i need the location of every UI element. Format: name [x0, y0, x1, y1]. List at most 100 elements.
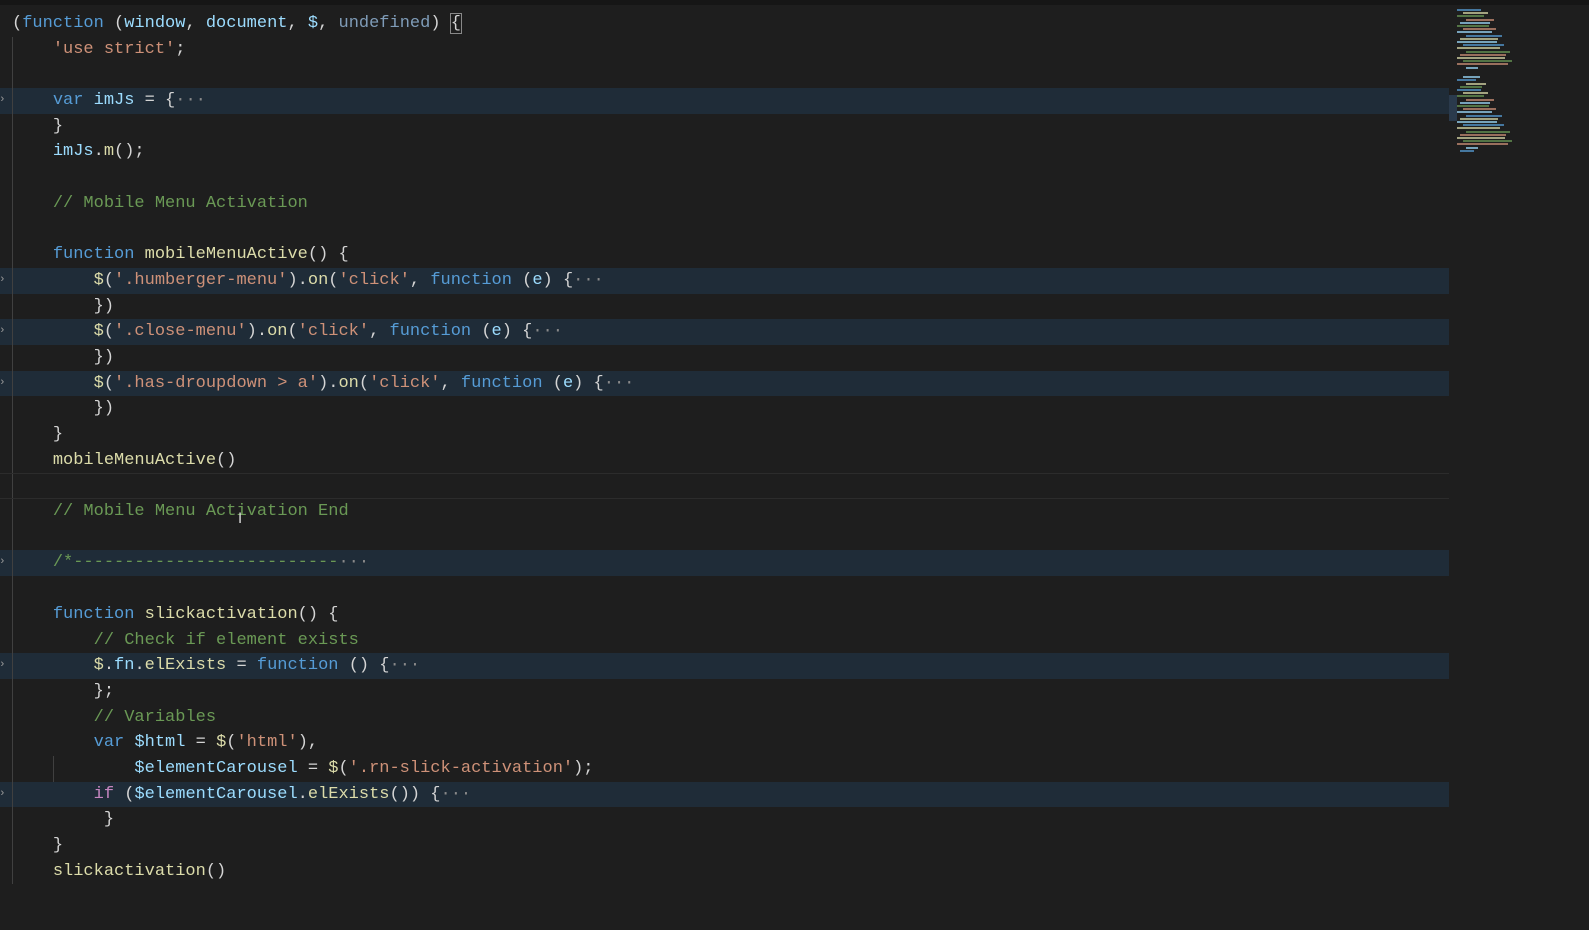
code-line[interactable]: 'use strict'; [0, 36, 1449, 63]
code-line[interactable] [0, 165, 1449, 191]
code-line[interactable]: function slickactivation() { [0, 601, 1449, 628]
fold-ellipsis-button[interactable]: ··· [573, 271, 604, 290]
fold-chevron-icon[interactable]: › [0, 371, 6, 397]
folded-code-line[interactable]: › $('.has-droupdown > a').on('click', fu… [0, 370, 1449, 397]
code-token-p: . [93, 142, 104, 162]
code-line[interactable] [0, 473, 1449, 500]
fold-chevron-icon[interactable]: › [0, 782, 6, 808]
code-line[interactable]: }) [0, 396, 1449, 422]
code-token-var: document [205, 14, 288, 33]
minimap[interactable] [1449, 5, 1589, 930]
code-line[interactable]: // Variables [0, 704, 1449, 731]
code-token-var: $html [134, 733, 186, 753]
fold-chevron-icon[interactable]: › [0, 319, 6, 345]
code-line[interactable]: slickactivation() [0, 858, 1449, 885]
code-line[interactable]: }) [0, 293, 1449, 320]
code-line[interactable]: (function (window, document, $, undefine… [0, 11, 1449, 37]
code-line[interactable]: mobileMenuActive() [0, 447, 1449, 474]
code-token-p: ). [246, 322, 268, 342]
code-editor[interactable]: (function (window, document, $, undefine… [0, 11, 1449, 885]
folded-code-line[interactable]: › $.fn.elExists = function () {··· [0, 653, 1449, 679]
code-line[interactable] [0, 576, 1449, 602]
code-line[interactable]: } [0, 113, 1449, 140]
fold-chevron-icon[interactable]: › [0, 653, 6, 679]
code-line[interactable] [0, 62, 1449, 89]
folded-code-line[interactable]: › var imJs = {··· [0, 88, 1449, 114]
code-token-p: () { [307, 245, 349, 265]
code-line[interactable]: // Mobile Menu Activation End [0, 499, 1449, 525]
minimap-line [1457, 95, 1484, 98]
minimap-line [1466, 82, 1486, 85]
code-line[interactable]: // Check if element exists [0, 627, 1449, 654]
code-line[interactable]: } [0, 807, 1449, 833]
code-line[interactable]: // Mobile Menu Activation [0, 190, 1449, 217]
code-token-p: , [409, 270, 431, 290]
code-token-p: , [185, 14, 206, 33]
indent-guide [12, 730, 13, 756]
code-token-var: e [532, 270, 543, 290]
code-line[interactable]: imJs.m(); [0, 139, 1449, 166]
code-line[interactable]: } [0, 833, 1449, 859]
code-token-str: 'click' [369, 373, 441, 393]
code-token-p: ( [103, 373, 115, 393]
code-token-p: ( [328, 270, 339, 290]
minimap-slider[interactable] [1449, 95, 1457, 121]
code-line[interactable] [0, 216, 1449, 243]
folded-code-line[interactable]: › $('.humberger-menu').on('click', funct… [0, 267, 1449, 294]
fold-ellipsis-button[interactable]: ··· [532, 322, 563, 341]
minimap-line [1466, 114, 1502, 117]
code-token-var: window [124, 14, 186, 33]
code-token-p: ( [103, 14, 125, 33]
code-line[interactable] [0, 524, 1449, 551]
folded-code-line[interactable]: › $('.close-menu').on('click', function … [0, 319, 1449, 345]
code-line[interactable]: function mobileMenuActive() { [0, 242, 1449, 268]
code-line[interactable]: $elementCarousel = $('.rn-slick-activati… [0, 755, 1449, 782]
minimap-line [1463, 76, 1480, 79]
fold-ellipsis-button[interactable]: ··· [175, 91, 206, 110]
fold-chevron-icon[interactable]: › [0, 550, 6, 576]
minimap-line [1457, 57, 1505, 59]
code-token-p: ( [103, 322, 115, 342]
code-token-str: 'html' [236, 733, 298, 753]
minimap-line [1463, 44, 1504, 47]
folded-code-line[interactable]: › if ($elementCarousel.elExists()) {··· [0, 781, 1449, 808]
fold-chevron-icon[interactable]: › [0, 268, 6, 294]
minimap-line [1457, 105, 1489, 107]
indent-guide [12, 113, 13, 140]
fold-chevron-icon[interactable]: › [0, 88, 6, 114]
fold-ellipsis-button[interactable]: ··· [338, 553, 369, 572]
code-token-var: $elementCarousel [134, 758, 298, 778]
indent-guide [12, 524, 13, 551]
code-line[interactable]: }) [0, 344, 1449, 371]
code-token-p [134, 245, 144, 264]
code-line[interactable]: }; [0, 678, 1449, 705]
minimap-line [1463, 140, 1512, 143]
code-line[interactable]: } [0, 422, 1449, 448]
code-line[interactable]: var $html = $('html'), [0, 730, 1449, 756]
indent-guide [12, 704, 13, 731]
minimap-line [1463, 124, 1504, 127]
code-token-p: ( [511, 270, 533, 290]
minimap-line [1457, 143, 1508, 146]
code-token-kw: function [256, 656, 339, 676]
fold-ellipsis-button[interactable]: ··· [441, 785, 472, 804]
indent-guide [12, 62, 13, 89]
code-token-p: ); [573, 758, 594, 778]
code-token-kw: var [93, 733, 125, 753]
fold-ellipsis-button[interactable]: ··· [390, 656, 421, 675]
minimap-line [1463, 108, 1496, 111]
folded-code-line[interactable]: › /*--------------------------··· [0, 550, 1449, 577]
code-token-p: } [52, 836, 64, 855]
code-token-kw: function [52, 604, 135, 624]
code-token-fn: slickactivation [144, 604, 298, 624]
indent-guide [12, 627, 13, 654]
fold-ellipsis-button[interactable]: ··· [604, 374, 635, 393]
minimap-line [1463, 28, 1496, 31]
